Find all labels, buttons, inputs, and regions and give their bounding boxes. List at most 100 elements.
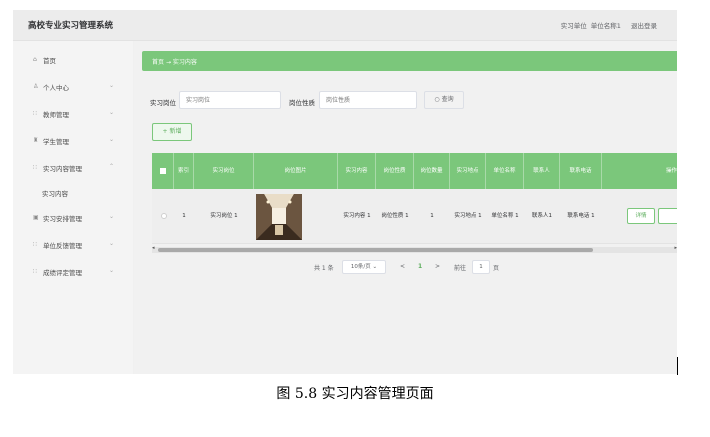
sidebar-item-label: 学生管理 <box>43 138 69 146</box>
grid-icon: ∷ <box>33 268 37 275</box>
column-header: 岗位数量 <box>414 153 450 189</box>
column-header: 索引 <box>174 153 194 189</box>
scrollbar-thumb[interactable] <box>158 248 593 252</box>
cell-index: 1 <box>182 213 186 219</box>
app-window: 高校专业实习管理系统 实习单位 单位名称1 退出登录 ⌂ 首页 ♙ 个人中心 ⌄… <box>13 10 677 374</box>
column-header: 联系电话 <box>560 153 602 189</box>
cell-contact: 联系人1 <box>532 213 552 219</box>
select-all-column <box>152 153 174 189</box>
cell-quantity: 1 <box>430 213 434 219</box>
cell-phone: 联系电话 1 <box>567 213 595 219</box>
top-bar: 高校专业实习管理系统 实习单位 单位名称1 退出登录 <box>13 10 677 41</box>
column-header: 岗位图片 <box>254 153 338 189</box>
goto-label: 前往 <box>454 265 467 272</box>
column-header: 操作 <box>665 167 677 174</box>
main-content: 首页 → 实习内容 实习岗位 岗位性质 ○ 查询 + 新增 索引 实习岗位 <box>134 41 677 374</box>
cell-nature: 岗位性质 1 <box>381 213 409 219</box>
sidebar-item-label: 教师管理 <box>43 111 69 119</box>
goto-page-input[interactable]: 1 <box>472 260 490 274</box>
cell-company: 单位名称 1 <box>491 213 519 219</box>
grid-icon: ∷ <box>33 241 37 248</box>
nature-input[interactable] <box>319 91 417 109</box>
column-header: 联系人 <box>524 153 560 189</box>
sidebar-item-label: 首页 <box>43 57 56 65</box>
student-icon: ♜ <box>33 137 39 144</box>
select-all-checkbox[interactable] <box>160 168 166 174</box>
page-suffix: 页 <box>493 265 500 272</box>
search-button-label: 查询 <box>441 96 454 103</box>
home-icon: ⌂ <box>33 56 37 63</box>
column-header: 岗位性质 <box>376 153 414 189</box>
current-page[interactable]: 1 <box>418 263 422 270</box>
add-button[interactable]: + 新增 <box>152 123 192 141</box>
horizontal-scrollbar[interactable]: ◂ ▸ <box>152 245 677 253</box>
grid-icon: ∷ <box>33 164 37 171</box>
data-table: 索引 实习岗位 岗位图片 实习内容 岗位性质 岗位数量 实习地点 单位名称 联系… <box>152 153 677 253</box>
breadcrumb: 首页 → 实习内容 <box>142 51 677 71</box>
breadcrumb-home[interactable]: 首页 <box>152 59 164 66</box>
scroll-right-icon[interactable]: ▸ <box>674 245 677 251</box>
calendar-icon: ▣ <box>33 214 39 221</box>
sidebar-item-arrangement[interactable]: ▣ 实习安排管理 ⌄ <box>13 207 133 229</box>
sidebar-item-students[interactable]: ♜ 学生管理 ⌄ <box>13 130 133 152</box>
figure-caption: 图 5.8 实习内容管理页面 <box>276 386 434 402</box>
nature-label: 岗位性质 <box>289 99 315 107</box>
page-size-select[interactable]: 10条/页 ⌄ <box>342 260 386 274</box>
sidebar-item-feedback[interactable]: ∷ 单位反馈管理 ⌄ <box>13 234 133 256</box>
position-input[interactable] <box>179 91 281 109</box>
column-header: 单位名称 <box>486 153 524 189</box>
cell-position: 实习岗位 1 <box>210 213 238 219</box>
column-header: 实习岗位 <box>194 153 254 189</box>
table-header: 索引 实习岗位 岗位图片 实习内容 岗位性质 岗位数量 实习地点 单位名称 联系… <box>152 153 677 189</box>
search-icon: ○ <box>434 96 440 103</box>
cell-content: 实习内容 1 <box>343 213 371 219</box>
sidebar-item-grades[interactable]: ∷ 成绩评定管理 ⌄ <box>13 261 133 283</box>
row-checkbox[interactable] <box>161 213 167 219</box>
search-bar: 实习岗位 岗位性质 ○ 查询 <box>134 91 677 111</box>
breadcrumb-current: 实习内容 <box>172 59 197 66</box>
user-icon: ♙ <box>33 83 39 90</box>
chevron-down-icon: ⌄ <box>109 82 115 89</box>
chevron-up-icon: ⌃ <box>109 163 115 170</box>
cell-location: 实习地点 1 <box>454 213 482 219</box>
sidebar-item-label: 单位反馈管理 <box>43 242 82 250</box>
grid-icon: ∷ <box>33 110 37 117</box>
sidebar-item-home[interactable]: ⌂ 首页 <box>13 49 133 71</box>
scroll-left-icon[interactable]: ◂ <box>152 245 155 251</box>
sidebar-item-label: 实习安排管理 <box>43 215 82 223</box>
chevron-down-icon: ⌄ <box>109 213 115 220</box>
user-role: 实习单位 <box>560 22 587 30</box>
sidebar: ⌂ 首页 ♙ 个人中心 ⌄ ∷ 教师管理 ⌄ ♜ 学生管理 ⌄ ∷ 实习内容管理… <box>13 41 133 374</box>
next-page-button[interactable]: > <box>435 263 440 270</box>
sidebar-subitem-content[interactable]: 实习内容 <box>13 182 133 204</box>
sidebar-item-label: 实习内容管理 <box>43 165 82 173</box>
sidebar-item-label: 个人中心 <box>43 84 69 92</box>
position-label: 实习岗位 <box>150 99 176 107</box>
table-row: 1 实习岗位 1 实习内容 1 岗位性质 1 1 实习地点 1 单位名称 1 联… <box>152 189 677 244</box>
user-info: 实习单位 单位名称1 退出登录 <box>559 20 657 30</box>
column-header: 实习内容 <box>338 153 376 189</box>
chevron-down-icon: ⌄ <box>109 136 115 143</box>
app-title: 高校专业实习管理系统 <box>28 21 114 31</box>
user-name: 单位名称1 <box>590 22 621 30</box>
position-photo <box>256 194 302 240</box>
sidebar-item-profile[interactable]: ♙ 个人中心 ⌄ <box>13 76 133 98</box>
chevron-down-icon: ⌄ <box>109 109 115 116</box>
sidebar-item-content-management[interactable]: ∷ 实习内容管理 ⌃ <box>13 157 133 179</box>
page-size-value: 10条/页 <box>350 264 371 270</box>
breadcrumb-separator: → <box>165 59 171 66</box>
chevron-down-icon: ⌄ <box>109 240 115 247</box>
total-count: 共 1 条 <box>314 265 334 272</box>
chevron-down-icon: ⌄ <box>372 264 378 270</box>
edit-button[interactable] <box>658 208 677 224</box>
text-cursor <box>677 357 678 375</box>
detail-button[interactable]: 详情 <box>627 208 655 224</box>
logout-link[interactable]: 退出登录 <box>631 22 657 30</box>
column-header: 实习地点 <box>450 153 486 189</box>
chevron-down-icon: ⌄ <box>109 267 115 274</box>
search-button[interactable]: ○ 查询 <box>424 91 464 109</box>
prev-page-button[interactable]: < <box>400 263 405 270</box>
sidebar-item-teachers[interactable]: ∷ 教师管理 ⌄ <box>13 103 133 125</box>
sidebar-item-label: 成绩评定管理 <box>43 269 82 277</box>
sidebar-item-label: 实习内容 <box>42 190 68 198</box>
